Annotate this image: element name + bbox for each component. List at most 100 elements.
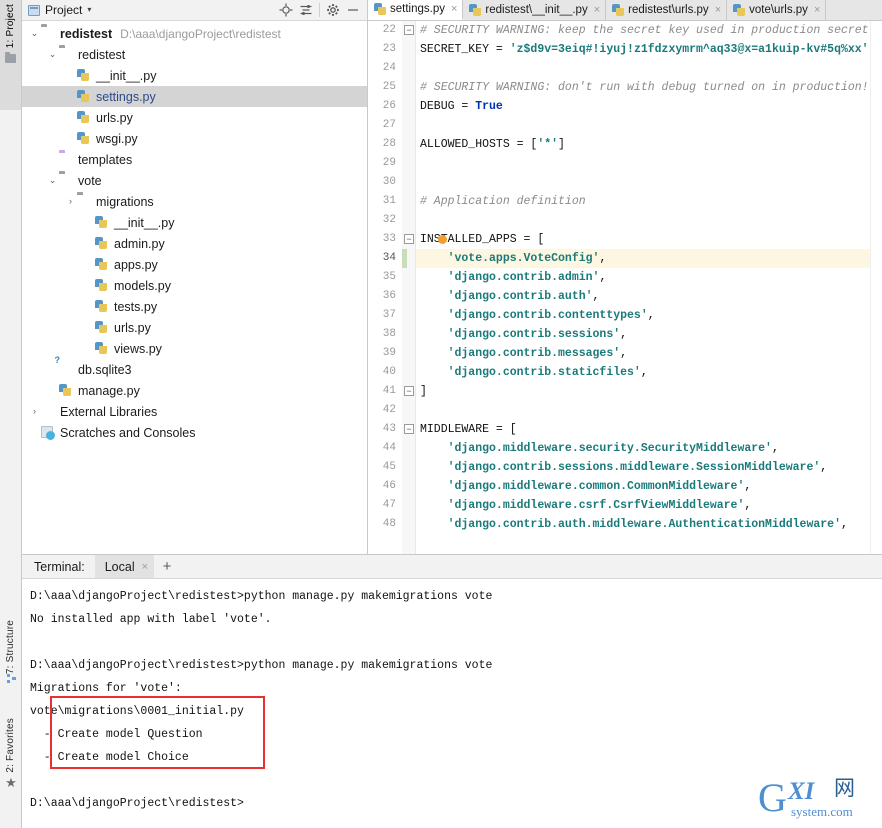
close-icon[interactable]: × xyxy=(814,4,820,16)
code-line[interactable]: 'django.contrib.contenttypes', xyxy=(416,306,870,325)
tree-item-__init__-py[interactable]: __init__.py xyxy=(22,65,367,86)
code-line[interactable]: 'django.contrib.auth.middleware.Authenti… xyxy=(416,515,870,534)
editor-scrollbar[interactable] xyxy=(870,21,882,554)
close-icon[interactable]: × xyxy=(594,4,600,16)
chevron-down-icon[interactable]: ⌄ xyxy=(28,29,41,38)
code-line[interactable]: ALLOWED_HOSTS = ['*'] xyxy=(416,135,870,154)
gear-icon[interactable] xyxy=(323,1,343,20)
code-line[interactable]: 'django.contrib.sessions', xyxy=(416,325,870,344)
code-line[interactable] xyxy=(416,173,870,192)
chevron-down-icon[interactable] xyxy=(82,260,95,269)
chevron-down-icon[interactable] xyxy=(46,365,59,374)
locate-icon[interactable] xyxy=(276,1,296,20)
code-line[interactable]: 'django.contrib.auth', xyxy=(416,287,870,306)
tree-item-urls-py[interactable]: urls.py xyxy=(22,107,367,128)
hide-panel-icon[interactable] xyxy=(343,1,363,20)
code-line[interactable]: 'vote.apps.VoteConfig', xyxy=(416,249,870,268)
tree-item-models-py[interactable]: models.py xyxy=(22,275,367,296)
chevron-down-icon[interactable] xyxy=(64,134,77,143)
chevron-down-icon[interactable] xyxy=(64,92,77,101)
breakpoint-icon[interactable] xyxy=(438,235,447,244)
code-line[interactable]: 'django.contrib.messages', xyxy=(416,344,870,363)
sidebar-tab-structure[interactable]: 7: Structure xyxy=(0,620,22,710)
editor-tab-settings-py[interactable]: settings.py × xyxy=(368,0,464,20)
chevron-down-icon[interactable] xyxy=(46,386,59,395)
code-line[interactable]: DEBUG = True xyxy=(416,97,870,116)
editor-tab-bar[interactable]: settings.py × redistest\__init__.py × redist… xyxy=(368,0,882,21)
collapse-all-icon[interactable] xyxy=(296,1,316,20)
chevron-down-icon[interactable] xyxy=(82,302,95,311)
tree-item-urls-py[interactable]: urls.py xyxy=(22,317,367,338)
tree-item-apps-py[interactable]: apps.py xyxy=(22,254,367,275)
code-line[interactable]: # SECURITY WARNING: keep the secret key … xyxy=(416,21,870,40)
chevron-down-icon[interactable] xyxy=(28,428,41,437)
fold-toggle-icon[interactable]: − xyxy=(404,386,414,396)
code-line[interactable]: # Application definition xyxy=(416,192,870,211)
tree-item-views-py[interactable]: views.py xyxy=(22,338,367,359)
code-line[interactable]: 'django.contrib.staticfiles', xyxy=(416,363,870,382)
code-line[interactable]: # SECURITY WARNING: don't run with debug… xyxy=(416,78,870,97)
code-line[interactable] xyxy=(416,154,870,173)
tree-item-admin-py[interactable]: admin.py xyxy=(22,233,367,254)
terminal-tab-bar: Terminal: Local × + xyxy=(22,555,882,579)
project-tree[interactable]: ⌄ redistest D:\aaa\djangoProject\redistest… xyxy=(22,21,367,554)
code-line[interactable]: SECRET_KEY = 'z$d9v=3eiq#!iyuj!z1fdzxymr… xyxy=(416,40,870,59)
sidebar-tab-favorites[interactable]: 2: Favorites ★ xyxy=(0,718,22,818)
code-line[interactable] xyxy=(416,116,870,135)
code-line[interactable]: 'django.middleware.security.SecurityMidd… xyxy=(416,439,870,458)
chevron-down-icon[interactable] xyxy=(82,323,95,332)
close-icon[interactable]: × xyxy=(715,4,721,16)
left-tool-strip: 1: Project 7: Structure 2: Favorites ★ xyxy=(0,0,22,828)
tree-item-wsgi-py[interactable]: wsgi.py xyxy=(22,128,367,149)
terminal-output[interactable]: G XI 网 system.com D:\aaa\djangoProject\r… xyxy=(22,579,882,828)
tree-item-redistest[interactable]: ⌄ redistest xyxy=(22,44,367,65)
tree-item-templates[interactable]: templates xyxy=(22,149,367,170)
close-icon[interactable]: × xyxy=(451,3,457,15)
close-icon[interactable]: × xyxy=(142,561,148,573)
code-content[interactable]: # SECURITY WARNING: keep the secret key … xyxy=(416,21,870,554)
code-line[interactable]: MIDDLEWARE = [ xyxy=(416,420,870,439)
chevron-down-icon[interactable]: ▾ xyxy=(87,6,91,14)
chevron-right-icon[interactable]: › xyxy=(28,407,41,416)
code-line[interactable] xyxy=(416,211,870,230)
code-line[interactable] xyxy=(416,59,870,78)
tree-item-vote[interactable]: ⌄ vote xyxy=(22,170,367,191)
code-line[interactable]: 'django.contrib.sessions.middleware.Sess… xyxy=(416,458,870,477)
code-line[interactable]: 'django.contrib.admin', xyxy=(416,268,870,287)
editor-tab-redistest-urls-py[interactable]: redistest\urls.py × xyxy=(606,0,728,20)
sidebar-tab-project[interactable]: 1: Project xyxy=(0,0,22,110)
chevron-down-icon[interactable] xyxy=(82,218,95,227)
tree-item-settings-py[interactable]: settings.py xyxy=(22,86,367,107)
terminal-tab-local[interactable]: Local × xyxy=(94,555,155,578)
code-line[interactable]: ] xyxy=(416,382,870,401)
tree-item-db-sqlite3[interactable]: db.sqlite3 xyxy=(22,359,367,380)
code-line[interactable]: 'django.middleware.csrf.CsrfViewMiddlewa… xyxy=(416,496,870,515)
tree-item-migrations[interactable]: › migrations xyxy=(22,191,367,212)
code-line[interactable]: INSTALLED_APPS = [ xyxy=(416,230,870,249)
chevron-down-icon[interactable]: ⌄ xyxy=(46,176,59,185)
fold-toggle-icon[interactable]: − xyxy=(404,25,414,35)
code-line[interactable]: 'django.middleware.common.CommonMiddlewa… xyxy=(416,477,870,496)
tree-item-redistest[interactable]: ⌄ redistest D:\aaa\djangoProject\redistest xyxy=(22,23,367,44)
code-viewport[interactable]: 22 23 24 25 26 27 28 29 30 31 32 33 34 35 36 37 38 39 40 41… xyxy=(368,21,882,554)
tree-item-__init__-py[interactable]: __init__.py xyxy=(22,212,367,233)
tree-item-external-libraries[interactable]: › External Libraries xyxy=(22,401,367,422)
editor-tab-redistest-__init__-py[interactable]: redistest\__init__.py × xyxy=(463,0,607,20)
tree-item-scratches-and-consoles[interactable]: Scratches and Consoles xyxy=(22,422,367,443)
tree-item-manage-py[interactable]: manage.py xyxy=(22,380,367,401)
chevron-down-icon[interactable] xyxy=(64,113,77,122)
chevron-down-icon[interactable]: ⌄ xyxy=(46,50,59,59)
code-line[interactable] xyxy=(416,401,870,420)
tree-item-tests-py[interactable]: tests.py xyxy=(22,296,367,317)
editor-tab-vote-urls-py[interactable]: vote\urls.py × xyxy=(727,0,827,20)
chevron-down-icon[interactable] xyxy=(82,344,95,353)
fold-toggle-icon[interactable]: − xyxy=(404,424,414,434)
chevron-down-icon[interactable] xyxy=(64,71,77,80)
chevron-down-icon[interactable] xyxy=(82,281,95,290)
chevron-down-icon[interactable] xyxy=(46,155,59,164)
code-folding-gutter[interactable]: − − − − xyxy=(402,21,416,554)
fold-toggle-icon[interactable]: − xyxy=(404,234,414,244)
add-terminal-icon[interactable]: + xyxy=(154,555,180,578)
chevron-right-icon[interactable]: › xyxy=(64,197,77,206)
chevron-down-icon[interactable] xyxy=(82,239,95,248)
